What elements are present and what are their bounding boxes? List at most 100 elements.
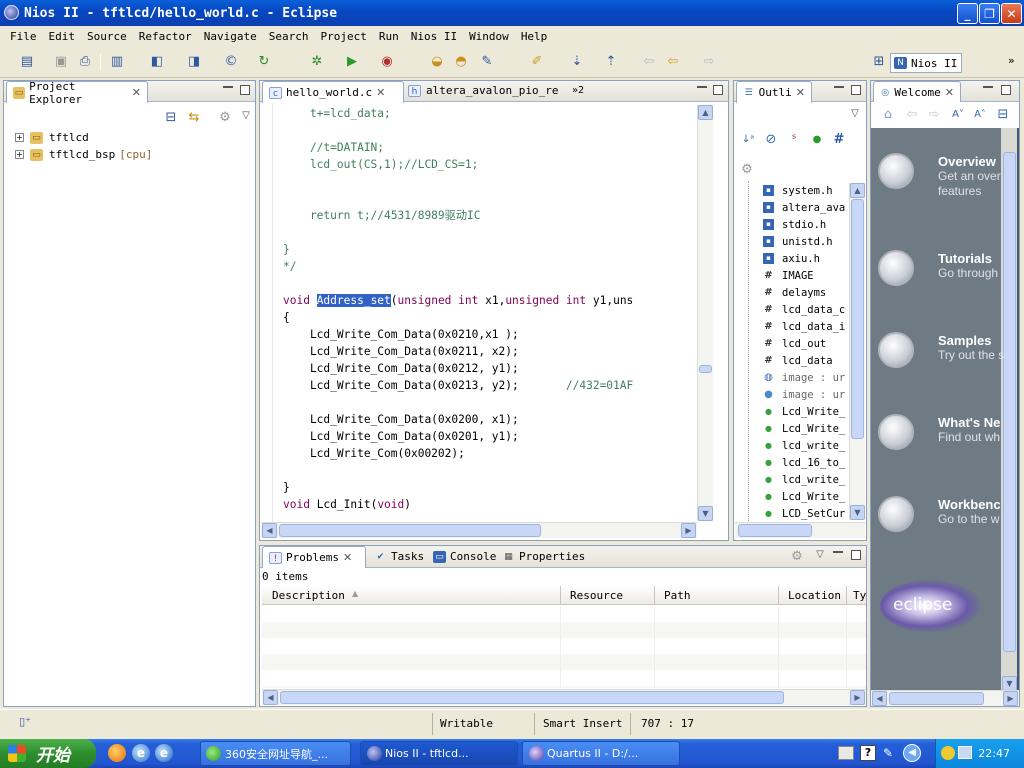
- expand-icon[interactable]: +: [15, 133, 24, 142]
- maximize-view-icon[interactable]: [851, 550, 861, 560]
- scroll-thumb[interactable]: [280, 691, 784, 704]
- tree-item-tftlcd-bsp[interactable]: + ▭ tftlcd_bsp [cpu]: [15, 148, 152, 161]
- close-tab-icon[interactable]: ✕: [945, 86, 954, 99]
- tab-console[interactable]: ▭ Console: [433, 550, 496, 563]
- outline-item[interactable]: ▪ unistd.h: [763, 233, 833, 250]
- outline-item[interactable]: # lcd_data_i: [763, 318, 845, 335]
- welcome-tutorials[interactable]: Tutorials Go through: [938, 251, 998, 281]
- outline-item[interactable]: ▪ altera_ava: [763, 199, 845, 216]
- new-folder-icon[interactable]: ◨: [185, 53, 203, 71]
- problems-horizontal-scrollbar[interactable]: ◀ ▶: [262, 689, 866, 705]
- help-icon[interactable]: ?: [860, 745, 876, 761]
- welcome-overview[interactable]: Overview Get an over features: [938, 154, 1001, 199]
- minimize-view-icon[interactable]: [833, 550, 843, 553]
- outline-item[interactable]: # lcd_data_c: [763, 301, 845, 318]
- more-perspectives-icon[interactable]: »: [1008, 54, 1015, 67]
- outline-item[interactable]: # delayms: [763, 284, 826, 301]
- tab-outline[interactable]: ☰ Outli ✕: [736, 81, 812, 103]
- tutorials-icon[interactable]: [878, 250, 914, 286]
- code-line[interactable]: {: [283, 309, 290, 326]
- close-tab-icon[interactable]: ✕: [343, 551, 352, 564]
- column-path[interactable]: Path: [664, 589, 691, 602]
- view-menu-icon[interactable]: ▽: [846, 105, 864, 123]
- view-filter-icon[interactable]: ⚙: [216, 109, 234, 127]
- scroll-left-icon[interactable]: ◀: [262, 523, 277, 538]
- prev-annotation-icon[interactable]: ⇡: [602, 53, 620, 71]
- welcome-whats-new[interactable]: What's Ne Find out wh: [938, 415, 1000, 445]
- code-line[interactable]: lcd_out(CS,1);//LCD_CS=1;: [283, 156, 478, 173]
- hide-nonpublic-icon[interactable]: ●: [808, 131, 826, 149]
- start-button[interactable]: 开始: [0, 739, 96, 768]
- code-line[interactable]: Lcd_Write_Com_Data(0x0213, y2); //432=01…: [283, 377, 633, 394]
- workbench-icon[interactable]: [878, 496, 914, 532]
- minimize-view-icon[interactable]: [834, 85, 844, 88]
- tab-properties[interactable]: ▦ Properties: [502, 550, 585, 563]
- view-filter-icon[interactable]: ⚙: [788, 548, 806, 566]
- scroll-right-icon[interactable]: ▶: [850, 690, 865, 705]
- pen-icon[interactable]: ✎: [883, 746, 897, 760]
- minimize-view-icon[interactable]: [697, 85, 707, 88]
- code-line[interactable]: void Lcd_Init(void): [283, 496, 411, 513]
- eclipse-app-icon[interactable]: [4, 5, 19, 20]
- menu-run[interactable]: Run: [373, 30, 405, 43]
- outline-item[interactable]: ● LCD_SetCur: [763, 505, 845, 522]
- open-perspective-icon[interactable]: ⊞: [870, 53, 888, 71]
- taskbar-task-360-browser[interactable]: 360安全网址导航_...: [200, 741, 351, 766]
- new-project-icon[interactable]: ◧: [148, 53, 166, 71]
- outline-item[interactable]: ● image : ur: [763, 386, 845, 403]
- next-annotation-icon[interactable]: ⇣: [568, 53, 586, 71]
- outline-horizontal-scrollbar[interactable]: [735, 522, 865, 538]
- build-icon[interactable]: ▥: [108, 53, 126, 71]
- scroll-up-icon[interactable]: ▲: [698, 105, 713, 120]
- print-icon[interactable]: ⎙: [76, 53, 94, 71]
- tab-welcome[interactable]: ◎ Welcome ✕: [873, 81, 961, 103]
- scroll-right-icon[interactable]: ▶: [1003, 691, 1018, 706]
- keyboard-icon[interactable]: [838, 746, 854, 760]
- forward-icon[interactable]: ⇨: [925, 106, 943, 124]
- minimize-view-icon[interactable]: [983, 85, 993, 88]
- column-type[interactable]: Ty: [853, 589, 866, 602]
- welcome-workbench[interactable]: Workbenc Go to the w: [938, 497, 1001, 527]
- font-smaller-icon[interactable]: A˅: [949, 106, 967, 124]
- tab-hello-world-c[interactable]: c hello_world.c ✕: [262, 81, 404, 103]
- code-line[interactable]: }: [283, 479, 290, 496]
- scroll-down-icon[interactable]: ▼: [698, 506, 713, 521]
- hide-static-icon[interactable]: ˢ: [785, 131, 803, 149]
- back-icon[interactable]: ⇦: [903, 106, 921, 124]
- menu-project[interactable]: Project: [314, 30, 372, 43]
- samples-icon[interactable]: [878, 332, 914, 368]
- outline-item[interactable]: ◍ image : ur: [763, 369, 845, 386]
- maximize-button[interactable]: ❐: [979, 3, 1000, 24]
- hide-fields-icon[interactable]: ⊘: [762, 131, 780, 149]
- scroll-up-icon[interactable]: ▲: [850, 183, 865, 198]
- outline-item[interactable]: ● Lcd_Write_: [763, 403, 845, 420]
- refresh-icon[interactable]: ↻: [255, 53, 273, 71]
- code-line[interactable]: Lcd_Write_Com_Data(0x0212, y1);: [283, 360, 519, 377]
- close-tab-icon[interactable]: ✕: [132, 86, 141, 99]
- whats-new-icon[interactable]: [878, 414, 914, 450]
- scroll-left-icon[interactable]: ◀: [263, 690, 278, 705]
- tab-project-explorer[interactable]: ▭ Project Explorer ✕: [6, 80, 148, 106]
- menu-source[interactable]: Source: [81, 30, 133, 43]
- close-tab-icon[interactable]: ✕: [796, 86, 805, 99]
- close-tab-icon[interactable]: ✕: [376, 86, 385, 99]
- highlight-icon[interactable]: ✐: [528, 53, 546, 71]
- firefox-icon[interactable]: [108, 744, 126, 762]
- scroll-thumb[interactable]: [851, 199, 864, 439]
- back-icon[interactable]: ⇦: [664, 53, 682, 71]
- menu-help[interactable]: Help: [515, 30, 554, 43]
- welcome-vertical-scrollbar[interactable]: ▼: [1001, 128, 1017, 691]
- search-icon[interactable]: ✎: [478, 53, 496, 71]
- outline-item[interactable]: ● lcd_16_to_: [763, 454, 845, 471]
- scroll-thumb[interactable]: [889, 692, 984, 705]
- scroll-thumb[interactable]: [699, 365, 712, 373]
- menu-edit[interactable]: Edit: [43, 30, 82, 43]
- outline-item[interactable]: ▪ system.h: [763, 182, 833, 199]
- expand-icon[interactable]: +: [15, 150, 24, 159]
- maximize-view-icon[interactable]: [851, 85, 861, 95]
- code-line[interactable]: }: [283, 241, 290, 258]
- editor-vertical-scrollbar[interactable]: ▲ ▼: [697, 105, 713, 521]
- menu-window[interactable]: Window: [463, 30, 515, 43]
- sort-icon[interactable]: ↓ᵃ: [739, 131, 757, 149]
- minimize-button[interactable]: _: [957, 3, 978, 24]
